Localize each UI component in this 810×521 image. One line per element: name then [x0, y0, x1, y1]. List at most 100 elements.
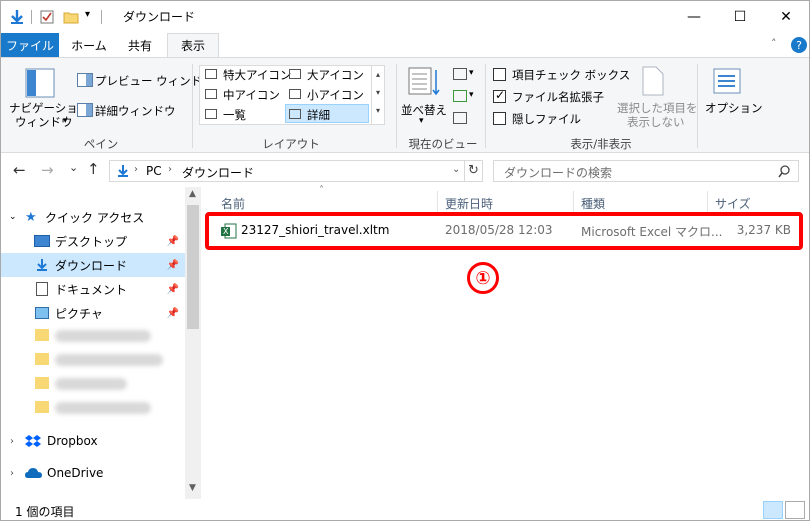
- tab-home[interactable]: ホーム: [63, 33, 115, 57]
- explorer-window: ▾ ダウンロード — ☐ ✕ ファイル ホーム 共有 表示 ˄ ? ナビゲーショ…: [0, 0, 810, 521]
- title-bar: ▾ ダウンロード — ☐ ✕: [1, 1, 809, 33]
- address-dropdown-icon[interactable]: ⌄: [452, 164, 460, 175]
- maximize-button[interactable]: ☐: [717, 1, 763, 33]
- layout-m-icons[interactable]: 中アイコン: [223, 87, 280, 103]
- ribbon-separator: [192, 64, 193, 148]
- breadcrumb-chevron-icon[interactable]: ›: [134, 164, 138, 175]
- details-view-icon[interactable]: [763, 501, 783, 519]
- details-pane-button[interactable]: 詳細ウィンドウ: [95, 103, 176, 119]
- breadcrumb-chevron-icon-2[interactable]: ›: [168, 164, 172, 175]
- forward-button[interactable]: →: [41, 161, 54, 179]
- options-icon[interactable]: [713, 68, 741, 94]
- sort-icon[interactable]: [407, 66, 441, 98]
- close-button[interactable]: ✕: [763, 1, 809, 33]
- search-icon[interactable]: [778, 165, 791, 178]
- blurred-folder-name[interactable]: [55, 378, 127, 390]
- scroll-thumb[interactable]: [187, 205, 199, 329]
- highlight-box: [205, 212, 803, 250]
- hide-selected-icon[interactable]: [641, 66, 665, 96]
- breadcrumb-downloads[interactable]: ダウンロード: [182, 164, 254, 181]
- address-bar[interactable]: › PC › ダウンロード ⌄ ↻: [109, 160, 483, 182]
- pin-icon: 📌: [166, 235, 179, 247]
- preview-pane-button[interactable]: プレビュー ウィンドウ: [95, 73, 214, 89]
- tab-share[interactable]: 共有: [117, 33, 163, 57]
- item-checkbox-toggle[interactable]: [493, 68, 506, 81]
- file-ext-checkbox[interactable]: [493, 88, 506, 103]
- column-modified[interactable]: 更新日時: [445, 195, 493, 212]
- sidebar-item-label: ピクチャ: [55, 306, 103, 321]
- download-arrow-icon[interactable]: [9, 9, 25, 25]
- new-folder-icon[interactable]: [63, 9, 79, 25]
- sidebar-item-label: OneDrive: [47, 466, 104, 480]
- sidebar-item-onedrive[interactable]: › OneDrive: [1, 461, 185, 485]
- search-box[interactable]: ダウンロードの検索: [493, 160, 799, 182]
- column-separator[interactable]: [437, 191, 438, 213]
- ribbon-collapse-icon[interactable]: ˄: [771, 37, 777, 50]
- breadcrumb-pc[interactable]: PC: [146, 164, 162, 178]
- sort-dropdown-icon[interactable]: ▾: [419, 116, 424, 126]
- layout-s-icons[interactable]: 小アイコン: [307, 87, 364, 103]
- minimize-button[interactable]: —: [671, 1, 717, 33]
- folder-icon: [35, 401, 49, 413]
- address-divider: [464, 161, 465, 181]
- pin-icon: 📌: [166, 259, 179, 271]
- sidebar-item-dropbox[interactable]: › Dropbox: [1, 429, 185, 453]
- back-button[interactable]: ←: [13, 161, 26, 179]
- recent-locations-button[interactable]: ⌄: [69, 161, 78, 174]
- sidebar-item-downloads[interactable]: ダウンロード 📌: [1, 253, 185, 277]
- sort-ascending-icon: ˄: [319, 185, 324, 196]
- collapse-chevron-icon[interactable]: ›: [10, 436, 14, 447]
- qat-customize-icon[interactable]: ▾: [85, 9, 90, 20]
- help-button[interactable]: ?: [791, 37, 807, 53]
- ribbon-separator-2: [396, 64, 397, 148]
- layout-xl-icons[interactable]: 特大アイコン: [223, 67, 291, 83]
- blurred-folder-name[interactable]: [55, 402, 151, 414]
- scroll-down-icon[interactable]: ▼: [189, 483, 196, 493]
- properties-icon[interactable]: [39, 9, 55, 25]
- refresh-button[interactable]: ↻: [468, 163, 479, 178]
- sidebar-item-documents[interactable]: ドキュメント 📌: [1, 277, 185, 301]
- add-columns-icon[interactable]: [453, 90, 467, 102]
- nav-pane-scrollbar[interactable]: ▲ ▼: [185, 187, 201, 499]
- size-columns-icon[interactable]: [453, 112, 467, 124]
- column-size[interactable]: サイズ: [715, 195, 751, 212]
- list-icon: [205, 109, 217, 119]
- blurred-folder-name[interactable]: [55, 330, 151, 342]
- column-separator[interactable]: [573, 191, 574, 213]
- options-button[interactable]: オプション: [705, 100, 763, 116]
- layout-details[interactable]: 詳細: [307, 107, 330, 123]
- hidden-items-checkbox[interactable]: [493, 112, 506, 125]
- sort-button[interactable]: 並べ替え: [401, 102, 447, 118]
- column-separator[interactable]: [707, 191, 708, 213]
- layout-list[interactable]: 一覧: [223, 107, 246, 123]
- large-icons-view-icon[interactable]: [785, 501, 805, 519]
- add-columns-dropdown-icon[interactable]: ▾: [469, 90, 474, 100]
- search-input[interactable]: ダウンロードの検索: [504, 164, 612, 181]
- layout-scroll-icon[interactable]: ▴ ▾ ▾: [371, 66, 384, 124]
- sidebar-item-label: デスクトップ: [55, 234, 128, 249]
- sidebar-item-label: Dropbox: [47, 434, 98, 448]
- sidebar-item-desktop[interactable]: デスクトップ 📌: [1, 229, 185, 253]
- expand-chevron-icon[interactable]: ⌄: [9, 212, 17, 222]
- qat-divider: [31, 10, 32, 24]
- pin-icon: 📌: [166, 283, 179, 295]
- tab-file[interactable]: ファイル: [1, 33, 59, 57]
- column-type[interactable]: 種類: [581, 195, 605, 212]
- desktop-icon: [34, 235, 50, 247]
- navigation-pane-icon[interactable]: [25, 68, 55, 98]
- nav-pane-dropdown-icon[interactable]: ▾: [63, 116, 68, 126]
- group-by-dropdown-icon[interactable]: ▾: [469, 68, 474, 78]
- details-icon: [289, 109, 301, 119]
- current-view-group-label: 現在のビュー: [408, 137, 478, 151]
- blurred-folder-name[interactable]: [55, 354, 163, 366]
- up-button[interactable]: ↑: [87, 160, 100, 178]
- scroll-up-icon[interactable]: ▲: [189, 189, 196, 199]
- collapse-chevron-icon[interactable]: ›: [10, 468, 14, 479]
- tab-view[interactable]: 表示: [167, 33, 219, 57]
- sidebar-item-quick-access[interactable]: ⌄ ★ クイック アクセス: [1, 205, 185, 229]
- window-title: ダウンロード: [123, 10, 196, 24]
- column-name[interactable]: 名前: [221, 195, 245, 212]
- group-by-icon[interactable]: [453, 68, 467, 80]
- sidebar-item-pictures[interactable]: ピクチャ 📌: [1, 301, 185, 325]
- layout-l-icons[interactable]: 大アイコン: [307, 67, 364, 83]
